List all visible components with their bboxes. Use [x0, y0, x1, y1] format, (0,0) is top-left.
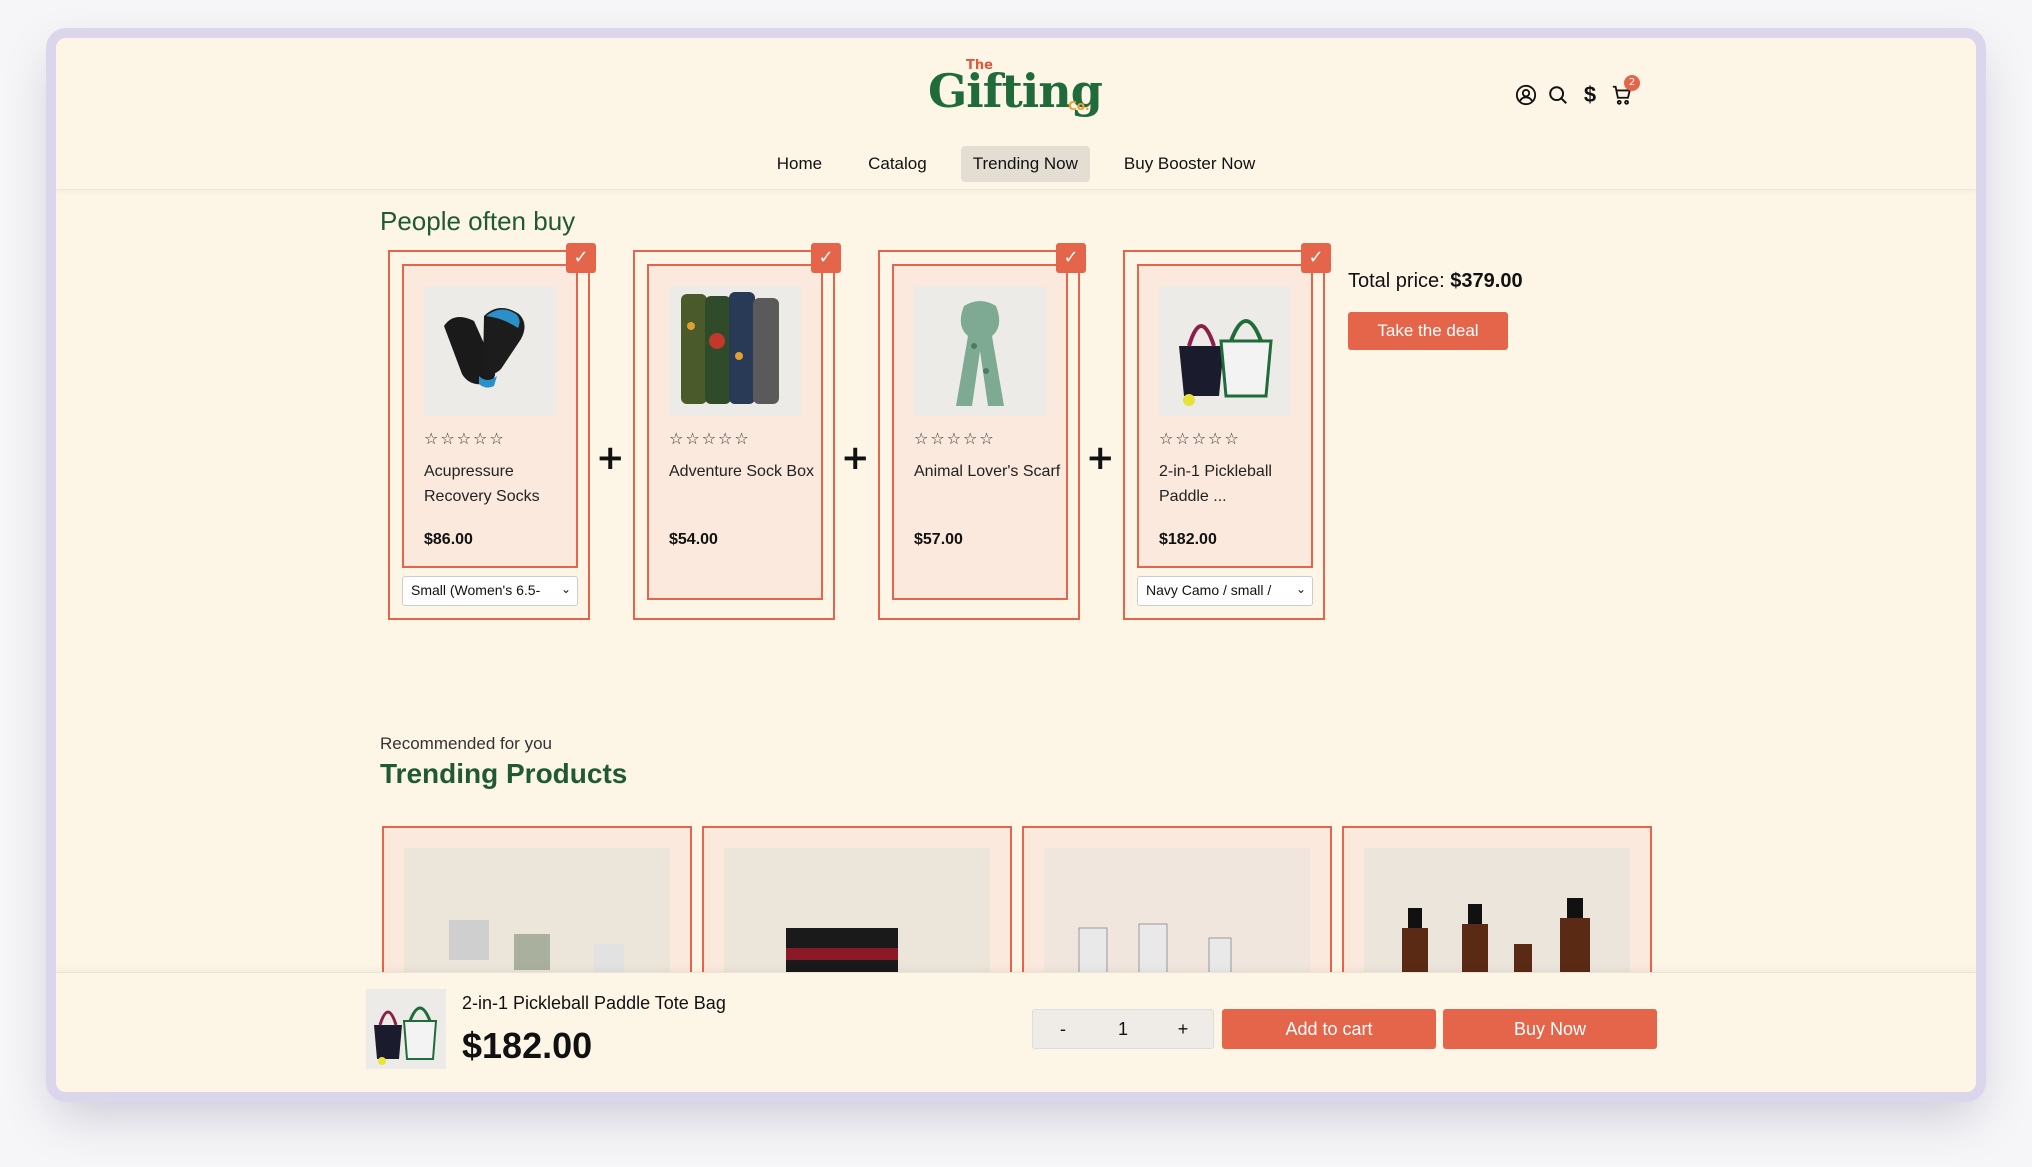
bundle-item[interactable]: ☆☆☆☆☆ 2-in-1 Pickleball Paddle ... $182.… [1123, 243, 1331, 620]
chevron-down-icon: ⌄ [560, 582, 571, 596]
total-price: Total price: $379.00 [1348, 270, 1523, 293]
product-name[interactable]: Adventure Sock Box [669, 459, 819, 484]
nav-buy-booster-now[interactable]: Buy Booster Now [1112, 146, 1267, 182]
bundle-checkbox[interactable]: ✓ [566, 243, 596, 273]
sticky-product-name: 2-in-1 Pickleball Paddle Tote Bag [462, 993, 726, 1013]
product-image-pickleball-tote[interactable] [1159, 286, 1291, 416]
nav-home[interactable]: Home [765, 146, 834, 182]
total-price-label: Total price: [1348, 270, 1445, 292]
rating-stars: ☆☆☆☆☆ [424, 429, 506, 448]
bundle-item-inner: ☆☆☆☆☆ 2-in-1 Pickleball Paddle ... $182.… [1137, 264, 1313, 568]
variant-select[interactable]: Navy Camo / small / ⌄ [1137, 576, 1313, 606]
variant-value: Small (Women's 6.5- [411, 582, 541, 598]
quantity-stepper: - 1 + [1032, 1009, 1214, 1049]
check-icon: ✓ [1308, 247, 1324, 268]
bundle-checkbox[interactable]: ✓ [811, 243, 841, 273]
trending-products-title: Trending Products [380, 758, 628, 789]
rating-stars: ☆☆☆☆☆ [669, 429, 751, 448]
plus-sign: + [1086, 438, 1115, 478]
qty-decrement-button[interactable]: - [1033, 1019, 1093, 1040]
chevron-down-icon: ⌄ [1295, 582, 1306, 596]
product-price: $86.00 [424, 531, 473, 548]
plus-sign: + [596, 438, 625, 478]
account-icon[interactable] [1514, 83, 1538, 107]
site-header: The Gifting Co. $ 2 Home Catalog Trendin… [56, 38, 1976, 190]
nav-catalog[interactable]: Catalog [856, 146, 939, 182]
bundle-item-inner: ☆☆☆☆☆ Animal Lover's Scarf $57.00 [892, 264, 1068, 600]
product-price: $57.00 [914, 531, 963, 548]
total-price-value: $379.00 [1450, 270, 1523, 292]
cart-icon[interactable]: 2 [1610, 75, 1640, 107]
people-often-buy-title: People often buy [380, 206, 576, 236]
bundle-checkbox[interactable]: ✓ [1056, 243, 1086, 273]
bundle-checkbox[interactable]: ✓ [1301, 243, 1331, 273]
product-name[interactable]: Animal Lover's Scarf [914, 459, 1064, 484]
bundle-item[interactable]: ☆☆☆☆☆ Acupressure Recovery Socks $86.00 … [388, 243, 596, 620]
bundle-item-inner: ☆☆☆☆☆ Acupressure Recovery Socks $86.00 [402, 264, 578, 568]
recommended-eyebrow: Recommended for you [380, 734, 552, 753]
qty-value[interactable]: 1 [1093, 1019, 1153, 1040]
search-icon[interactable] [1546, 83, 1570, 107]
site-logo[interactable]: The Gifting Co. [928, 52, 1103, 122]
cart-count-badge: 2 [1624, 75, 1640, 91]
main-nav: Home Catalog Trending Now Buy Booster No… [56, 146, 1976, 182]
logo-co: Co. [1068, 99, 1090, 113]
sticky-add-to-cart-bar: 2-in-1 Pickleball Paddle Tote Bag $182.0… [56, 972, 1976, 1092]
take-the-deal-button[interactable]: Take the deal [1348, 312, 1508, 350]
product-image-socks[interactable] [424, 286, 556, 416]
rating-stars: ☆☆☆☆☆ [1159, 429, 1241, 448]
browser-window: The Gifting Co. $ 2 Home Catalog Trendin… [56, 38, 1976, 1092]
qty-increment-button[interactable]: + [1153, 1019, 1213, 1040]
currency-icon[interactable]: $ [1578, 82, 1602, 107]
currency-symbol: $ [1583, 82, 1597, 107]
rating-stars: ☆☆☆☆☆ [914, 429, 996, 448]
product-name[interactable]: Acupressure Recovery Socks [424, 459, 574, 509]
buy-now-button[interactable]: Buy Now [1443, 1009, 1657, 1049]
variant-select[interactable]: Small (Women's 6.5- ⌄ [402, 576, 578, 606]
add-to-cart-button[interactable]: Add to cart [1222, 1009, 1436, 1049]
product-price: $182.00 [1159, 531, 1217, 548]
header-icons: $ 2 [1514, 75, 1640, 112]
plus-sign: + [841, 438, 870, 478]
variant-value: Navy Camo / small / [1146, 582, 1272, 598]
product-name[interactable]: 2-in-1 Pickleball Paddle ... [1159, 459, 1309, 509]
bundle-item[interactable]: ☆☆☆☆☆ Animal Lover's Scarf $57.00 ✓ [878, 243, 1086, 620]
sticky-product-thumbnail [366, 989, 446, 1069]
check-icon: ✓ [573, 247, 589, 268]
product-price: $54.00 [669, 531, 718, 548]
product-image-scarf[interactable] [914, 286, 1046, 416]
nav-trending-now[interactable]: Trending Now [960, 146, 1090, 182]
product-image-sock-box[interactable] [669, 286, 801, 416]
sticky-product-price: $182.00 [462, 1025, 593, 1066]
bundle-item[interactable]: ☆☆☆☆☆ Adventure Sock Box $54.00 ✓ [633, 243, 841, 620]
bundle-item-inner: ☆☆☆☆☆ Adventure Sock Box $54.00 [647, 264, 823, 600]
check-icon: ✓ [818, 247, 834, 268]
check-icon: ✓ [1063, 247, 1079, 268]
